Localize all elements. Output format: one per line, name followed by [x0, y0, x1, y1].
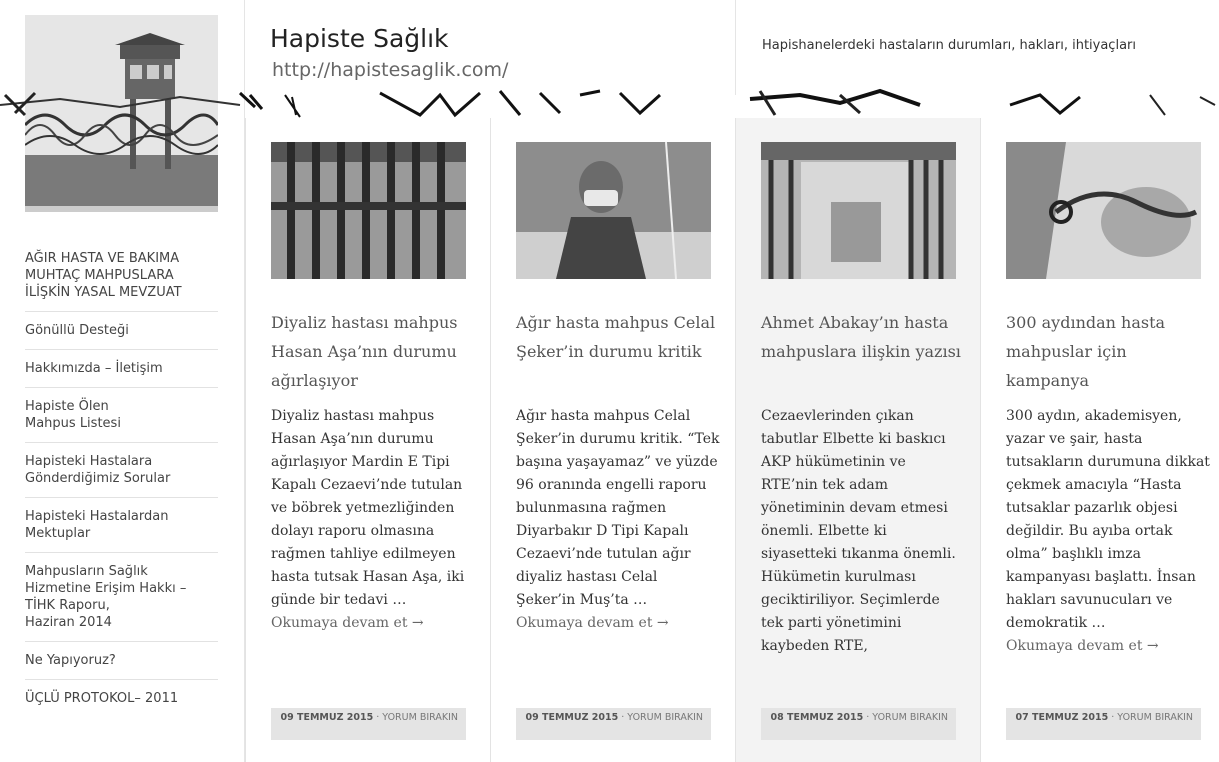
comment-link[interactable]: YORUM BIRAKIN [872, 712, 948, 723]
post-excerpt: Ağır hasta mahpus Celal Şeker’in durumu … [516, 405, 721, 635]
post-title[interactable]: 300 aydından hasta mahpuslar için kampan… [1006, 308, 1206, 395]
sidebar-item-mektuplar[interactable]: Hapisteki Hastalardan Mektuplar [25, 498, 218, 553]
post-title[interactable]: Ağır hasta mahpus Celal Şeker’in durumu … [516, 308, 716, 366]
post-thumbnail[interactable] [1006, 142, 1201, 279]
logo-underline [25, 206, 218, 212]
post-title[interactable]: Ahmet Abakay’ın hasta mahpuslara ilişkin… [761, 308, 961, 366]
read-more-link[interactable]: Okumaya devam et → [516, 612, 721, 635]
post-card: Ağır hasta mahpus Celal Şeker’in durumu … [490, 118, 736, 762]
post-meta: 09 TEMMUZ 2015 · YORUM BIRAKIN [271, 708, 466, 740]
post-card: 300 aydından hasta mahpuslar için kampan… [980, 118, 1219, 762]
post-thumbnail[interactable] [271, 142, 466, 279]
site-title[interactable]: Hapiste Sağlık [270, 24, 449, 53]
post-title[interactable]: Diyaliz hastası mahpus Hasan Aşa’nın dur… [271, 308, 471, 395]
post-meta: 08 TEMMUZ 2015 · YORUM BIRAKIN [761, 708, 956, 740]
read-more-link[interactable]: Okumaya devam et → [1006, 635, 1211, 658]
header-divider [735, 0, 736, 95]
post-date[interactable]: 08 TEMMUZ 2015 [770, 712, 863, 723]
post-excerpt: Diyaliz hastası mahpus Hasan Aşa’nın dur… [271, 405, 476, 635]
post-meta: 07 TEMMUZ 2015 · YORUM BIRAKIN [1006, 708, 1201, 740]
sidebar-item-hakkimizda[interactable]: Hakkımızda – İletişim [25, 350, 218, 388]
post-date[interactable]: 07 TEMMUZ 2015 [1015, 712, 1108, 723]
post-excerpt: 300 aydın, akademisyen, yazar ve şair, h… [1006, 405, 1211, 658]
sidebar-nav: AĞIR HASTA VE BAKIMA MUHTAÇ MAHPUSLARA İ… [25, 250, 218, 717]
post-excerpt-text: Cezaevlerinden çıkan tabutlar Elbette ki… [761, 408, 956, 654]
post-date[interactable]: 09 TEMMUZ 2015 [525, 712, 618, 723]
read-more-link[interactable]: Okumaya devam et → [271, 612, 476, 635]
sidebar-item-tihk-raporu[interactable]: Mahpusların Sağlık Hizmetine Erişim Hakk… [25, 553, 218, 642]
site-url[interactable]: http://hapistesaglik.com/ [272, 59, 508, 81]
sidebar-item-olen-mahpus-listesi[interactable]: Hapiste Ölen Mahpus Listesi [25, 388, 218, 443]
sidebar-item-gonullu-destegi[interactable]: Gönüllü Desteği [25, 312, 218, 350]
comment-link[interactable]: YORUM BIRAKIN [382, 712, 458, 723]
post-thumbnail[interactable] [516, 142, 711, 279]
sidebar-item-sorular[interactable]: Hapisteki Hastalara Gönderdiğimiz Sorula… [25, 443, 218, 498]
post-thumbnail[interactable] [761, 142, 956, 279]
post-excerpt-text: 300 aydın, akademisyen, yazar ve şair, h… [1006, 408, 1210, 631]
post-card: Ahmet Abakay’ın hasta mahpuslara ilişkin… [735, 118, 981, 762]
post-excerpt: Cezaevlerinden çıkan tabutlar Elbette ki… [761, 405, 966, 658]
post-card: Diyaliz hastası mahpus Hasan Aşa’nın dur… [245, 118, 491, 762]
post-meta: 09 TEMMUZ 2015 · YORUM BIRAKIN [516, 708, 711, 740]
post-excerpt-text: Ağır hasta mahpus Celal Şeker’in durumu … [516, 408, 720, 608]
comment-link[interactable]: YORUM BIRAKIN [1117, 712, 1193, 723]
sidebar-item-uclu-protokol[interactable]: ÜÇLÜ PROTOKOL– 2011 [25, 680, 218, 717]
comment-link[interactable]: YORUM BIRAKIN [627, 712, 703, 723]
sidebar-item-ne-yapiyoruz[interactable]: Ne Yapıyoruz? [25, 642, 218, 680]
post-date[interactable]: 09 TEMMUZ 2015 [280, 712, 373, 723]
sidebar-item-yasal-mevzuat[interactable]: AĞIR HASTA VE BAKIMA MUHTAÇ MAHPUSLARA İ… [25, 250, 218, 312]
site-tagline: Hapishanelerdeki hastaların durumları, h… [762, 38, 1136, 53]
post-excerpt-text: Diyaliz hastası mahpus Hasan Aşa’nın dur… [271, 408, 465, 608]
